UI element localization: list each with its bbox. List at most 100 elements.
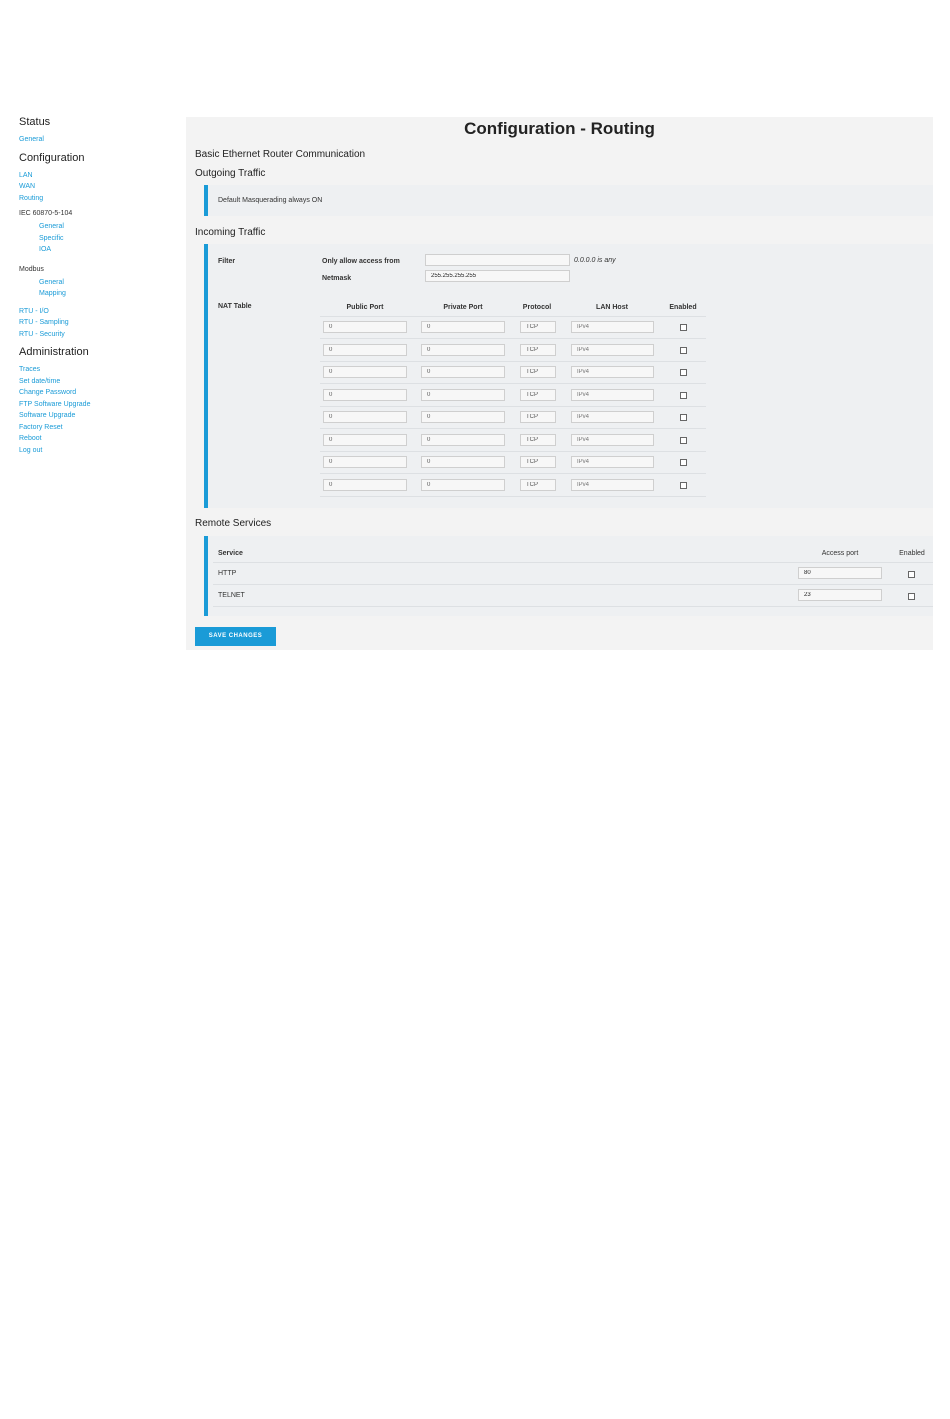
nat-row-line xyxy=(320,450,706,452)
sidebar-heading-administration: Administration xyxy=(19,346,89,358)
nat-protocol-input[interactable] xyxy=(520,433,556,446)
sidebar-item-wan[interactable]: WAN xyxy=(19,181,179,193)
sidebar-heading-status: Status xyxy=(19,116,51,128)
nat-enabled-checkbox[interactable] xyxy=(680,481,687,489)
nat-enabled-checkbox[interactable] xyxy=(680,436,687,444)
netmask-input[interactable] xyxy=(425,270,570,282)
outgoing-box: Default Masquerading always ON xyxy=(204,185,933,216)
nat-public-port-input[interactable] xyxy=(323,433,407,446)
remote-box: Service Access port Enabled HTTP TELNET xyxy=(204,536,933,616)
sidebar-item-modbus-general[interactable]: General xyxy=(19,277,179,289)
nat-private-port-input[interactable] xyxy=(421,456,505,468)
nat-col-lan-host: LAN Host xyxy=(596,304,628,311)
nat-enabled-checkbox[interactable] xyxy=(680,324,687,331)
sidebar-item-status-general[interactable]: General xyxy=(19,134,179,146)
nat-enabled-checkbox[interactable] xyxy=(680,346,687,354)
page-title: Configuration - Routing xyxy=(464,119,655,138)
sidebar-item-traces[interactable]: Traces xyxy=(19,364,179,376)
nat-enabled-checkbox[interactable] xyxy=(680,459,687,466)
access-hint: 0.0.0.0 is any xyxy=(574,257,616,264)
nat-protocol-input[interactable] xyxy=(520,411,556,423)
nat-row-line xyxy=(320,473,706,474)
nat-header-line xyxy=(320,316,706,317)
nat-enabled-checkbox[interactable] xyxy=(680,414,687,421)
http-port-input[interactable] xyxy=(798,567,882,579)
save-changes-button[interactable]: SAVE CHANGES xyxy=(195,627,276,646)
sidebar-item-software-upgrade[interactable]: Software Upgrade xyxy=(19,410,179,422)
access-from-input[interactable] xyxy=(425,254,570,266)
nat-protocol-input[interactable] xyxy=(520,321,556,333)
telnet-enabled-checkbox[interactable] xyxy=(908,593,915,600)
nat-row-line xyxy=(320,360,706,362)
sidebar-item-iec-specific[interactable]: Specific xyxy=(19,233,179,245)
nat-row-line xyxy=(320,405,706,407)
nat-private-port-input[interactable] xyxy=(421,366,505,378)
nat-lan-host-input[interactable] xyxy=(571,388,654,401)
nat-private-port-input[interactable] xyxy=(421,478,505,491)
nat-public-port-input[interactable] xyxy=(323,411,407,423)
nat-row-line xyxy=(320,495,706,497)
nat-public-port-input[interactable] xyxy=(323,343,407,356)
nat-lan-host-input[interactable] xyxy=(571,456,654,468)
sidebar-item-iec-general[interactable]: General xyxy=(19,221,179,233)
sidebar-heading-iec: IEC 60870-5-104 xyxy=(19,210,73,217)
nat-lan-host-input[interactable] xyxy=(571,433,654,446)
sidebar-item-reboot[interactable]: Reboot xyxy=(19,433,179,445)
sidebar-item-modbus-mapping[interactable]: Mapping xyxy=(19,288,179,300)
nat-lan-host-input[interactable] xyxy=(571,343,654,356)
sidebar-item-ftp-upgrade[interactable]: FTP Software Upgrade xyxy=(19,399,179,411)
nat-protocol-input[interactable] xyxy=(520,366,556,378)
nat-protocol-input[interactable] xyxy=(520,388,556,401)
nat-lan-host-input[interactable] xyxy=(571,411,654,423)
sidebar-item-rtu-sampling[interactable]: RTU - Sampling xyxy=(19,317,179,329)
nat-enabled-checkbox[interactable] xyxy=(680,391,687,399)
nat-protocol-input[interactable] xyxy=(520,478,556,491)
http-enabled-checkbox[interactable] xyxy=(908,571,915,578)
remote-col-access-port: Access port xyxy=(821,550,859,557)
nat-public-port-input[interactable] xyxy=(323,366,407,378)
section-incoming-title: Incoming Traffic xyxy=(195,227,266,238)
sidebar-heading-configuration: Configuration xyxy=(19,151,85,164)
nat-row-line xyxy=(320,428,706,429)
nat-private-port-input[interactable] xyxy=(421,321,505,333)
remote-row-line xyxy=(213,584,933,585)
nat-col-enabled: Enabled xyxy=(669,304,697,311)
nat-col-private-port: Private Port xyxy=(443,304,483,311)
sidebar-item-lan[interactable]: LAN xyxy=(19,170,179,182)
filter-label: Filter xyxy=(218,258,236,265)
nat-private-port-input[interactable] xyxy=(421,433,505,446)
remote-row-line xyxy=(213,606,933,607)
nat-protocol-input[interactable] xyxy=(520,343,556,356)
nat-enabled-checkbox[interactable] xyxy=(680,369,687,376)
nat-public-port-input[interactable] xyxy=(323,388,407,401)
remote-col-service: Service xyxy=(218,550,243,557)
nat-lan-host-input[interactable] xyxy=(571,321,654,333)
nat-public-port-input[interactable] xyxy=(323,478,407,491)
sidebar-item-logout[interactable]: Log out xyxy=(19,445,179,457)
nat-public-port-input[interactable] xyxy=(323,456,407,468)
sidebar-item-routing[interactable]: Routing xyxy=(19,193,179,205)
sidebar-item-rtu-io[interactable]: RTU - I/O xyxy=(19,306,179,318)
nat-col-public-port: Public Port xyxy=(346,304,384,311)
nat-col-protocol: Protocol xyxy=(522,304,552,311)
nat-private-port-input[interactable] xyxy=(421,411,505,423)
nat-protocol-input[interactable] xyxy=(520,456,556,468)
sidebar-item-rtu-security[interactable]: RTU - Security xyxy=(19,329,179,341)
sidebar-nav: Status General Configuration LAN WAN Rou… xyxy=(19,116,179,456)
nat-private-port-input[interactable] xyxy=(421,343,505,356)
telnet-port-input[interactable] xyxy=(798,589,882,601)
sidebar-item-change-password[interactable]: Change Password xyxy=(19,387,179,399)
nat-lan-host-input[interactable] xyxy=(571,366,654,378)
nat-lan-host-input[interactable] xyxy=(571,478,654,491)
nat-private-port-input[interactable] xyxy=(421,388,505,401)
sidebar-item-factory-reset[interactable]: Factory Reset xyxy=(19,422,179,434)
remote-service-http: HTTP xyxy=(218,570,237,577)
nat-row-line xyxy=(320,383,706,384)
nat-table-label: NAT Table xyxy=(218,303,252,310)
sidebar-item-set-datetime[interactable]: Set date/time xyxy=(19,376,179,388)
access-label: Only allow access from xyxy=(322,258,400,265)
nat-public-port-input[interactable] xyxy=(323,321,407,333)
sidebar-heading-modbus: Modbus xyxy=(19,265,44,273)
section-basic-title: Basic Ethernet Router Communication xyxy=(195,149,366,160)
sidebar-item-iec-ioa[interactable]: IOA xyxy=(19,244,179,256)
